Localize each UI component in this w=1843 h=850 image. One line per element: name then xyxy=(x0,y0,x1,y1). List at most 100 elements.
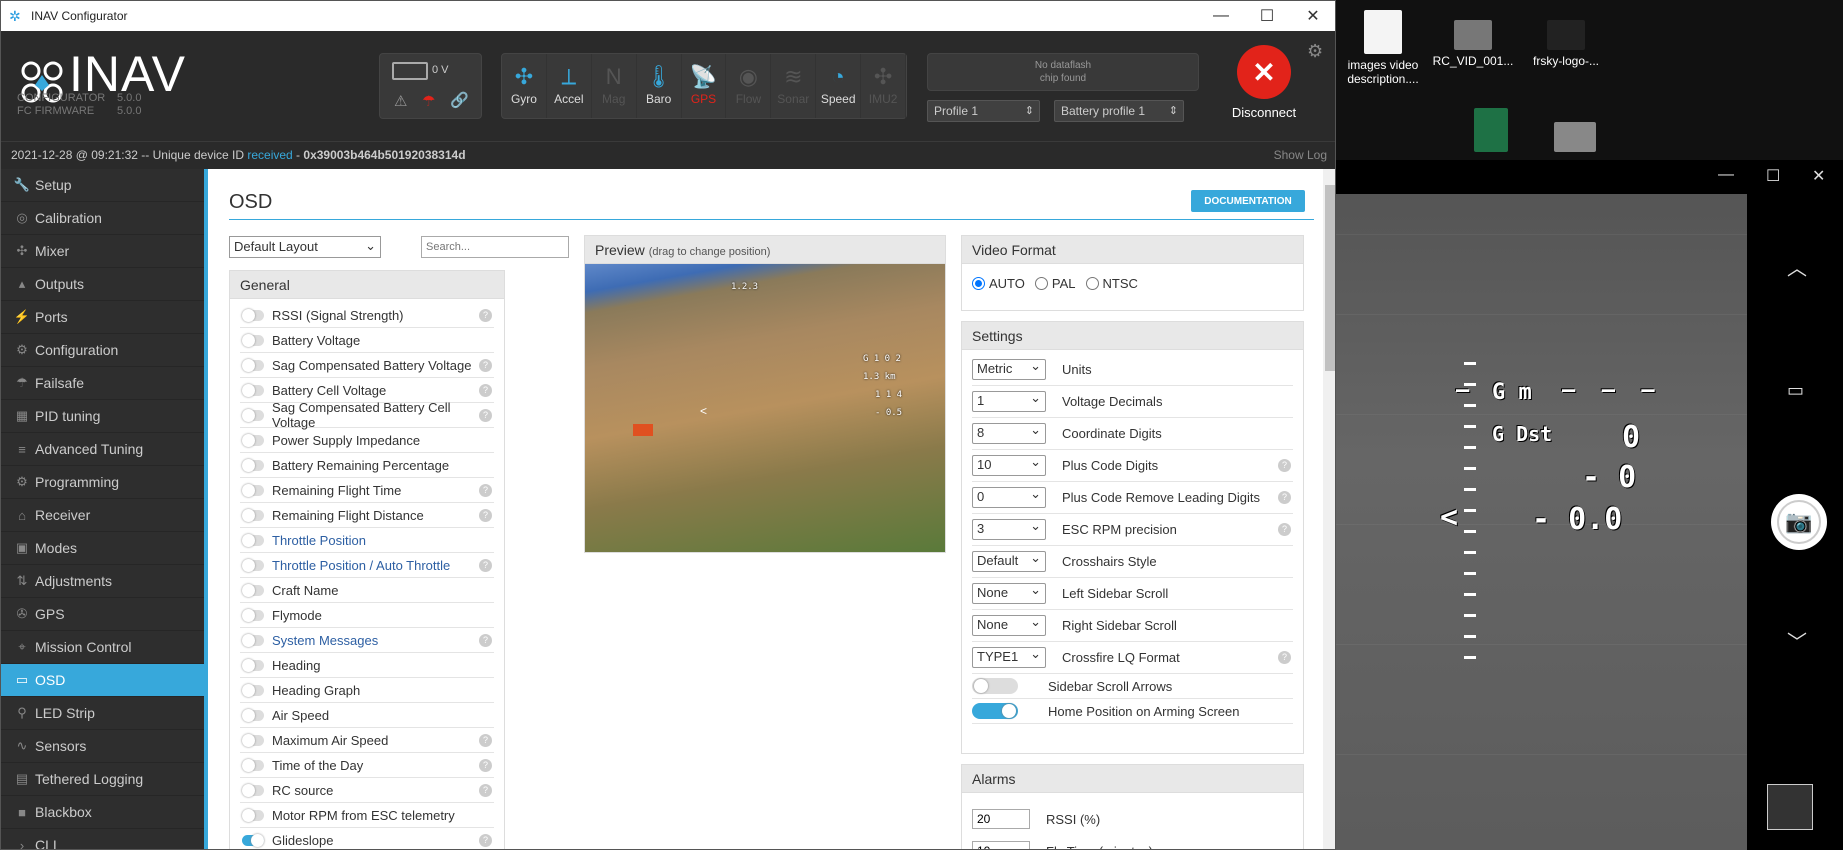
sidebar-item-tethered-logging[interactable]: ▤ Tethered Logging xyxy=(1,763,204,796)
osd-element-toggle[interactable] xyxy=(242,708,264,722)
shutter-button[interactable]: 📷 xyxy=(1771,494,1827,550)
help-icon[interactable]: ? xyxy=(479,783,492,797)
sidebar-item-osd[interactable]: ▭ OSD xyxy=(1,664,204,697)
minimize-icon[interactable]: — xyxy=(1718,166,1734,184)
setting-select[interactable]: Metric xyxy=(972,358,1046,380)
help-icon[interactable]: ? xyxy=(479,508,492,522)
osd-element-toggle[interactable] xyxy=(242,608,264,622)
help-icon[interactable]: ? xyxy=(479,383,492,397)
osd-element-toggle[interactable] xyxy=(242,783,264,797)
sidebar-item-blackbox[interactable]: ■ Blackbox xyxy=(1,796,204,829)
preview-osd-alt[interactable]: 1 1 4 xyxy=(875,390,902,400)
osd-element-toggle[interactable] xyxy=(242,383,264,397)
radio-button[interactable] xyxy=(1085,277,1099,290)
setting-select[interactable]: TYPE1 xyxy=(972,646,1046,668)
alarm-input[interactable] xyxy=(972,841,1030,849)
battery-profile-select[interactable]: Battery profile 1 xyxy=(1054,100,1184,122)
disconnect-button[interactable]: ✕ Disconnect xyxy=(1223,45,1305,120)
sidebar-item-mixer[interactable]: ✣ Mixer xyxy=(1,235,204,268)
excel-icon[interactable] xyxy=(1446,108,1536,156)
osd-element-toggle[interactable] xyxy=(242,358,264,372)
sidebar-item-cli[interactable]: › CLI xyxy=(1,829,204,849)
sidebar-item-gps[interactable]: ✇ GPS xyxy=(1,598,204,631)
osd-element-toggle[interactable] xyxy=(242,308,264,322)
setting-select[interactable]: 8 xyxy=(972,422,1046,444)
maximize-icon[interactable]: ☐ xyxy=(1766,166,1780,186)
sidebar-item-modes[interactable]: ▣ Modes xyxy=(1,532,204,565)
documentation-button[interactable]: DOCUMENTATION xyxy=(1191,190,1305,212)
sidebar-item-sensors[interactable]: ∿ Sensors xyxy=(1,730,204,763)
help-icon[interactable]: ? xyxy=(1278,523,1291,536)
setting-select[interactable]: None xyxy=(972,614,1046,636)
alarm-input[interactable] xyxy=(972,809,1030,829)
help-icon[interactable]: ? xyxy=(1278,651,1291,664)
content-scrollbar[interactable] xyxy=(1323,169,1335,849)
sidebar-item-pid-tuning[interactable]: ▦ PID tuning xyxy=(1,400,204,433)
profile-select[interactable]: Profile 1 xyxy=(927,100,1040,122)
sidebar-item-ports[interactable]: ⚡ Ports xyxy=(1,301,204,334)
help-icon[interactable]: ? xyxy=(479,483,492,497)
setting-select[interactable]: 0 xyxy=(972,486,1046,508)
sidebar-item-adjustments[interactable]: ⇅ Adjustments xyxy=(1,565,204,598)
video-format-auto[interactable]: AUTO xyxy=(972,276,1025,291)
setting-select[interactable]: 1 xyxy=(972,390,1046,412)
osd-element-toggle[interactable] xyxy=(242,658,264,672)
osd-element-toggle[interactable] xyxy=(242,433,264,447)
sidebar-item-calibration[interactable]: ◎ Calibration xyxy=(1,202,204,235)
sidebar-item-setup[interactable]: 🔧 Setup xyxy=(1,169,204,202)
radio-button[interactable] xyxy=(1034,277,1048,290)
video-format-ntsc[interactable]: NTSC xyxy=(1085,276,1138,291)
help-icon[interactable]: ? xyxy=(1278,459,1291,472)
osd-element-toggle[interactable] xyxy=(242,483,264,497)
osd-element-toggle[interactable] xyxy=(242,408,264,422)
help-icon[interactable]: ? xyxy=(479,358,492,372)
osd-element-toggle[interactable] xyxy=(242,683,264,697)
sidebar-item-receiver[interactable]: ⌂ Receiver xyxy=(1,499,204,532)
video-format-pal[interactable]: PAL xyxy=(1034,276,1076,291)
setting-select[interactable]: Default xyxy=(972,550,1046,572)
maximize-button[interactable]: ☐ xyxy=(1244,1,1290,31)
close-button[interactable]: ✕ xyxy=(1290,1,1335,31)
chevron-up-icon[interactable]: ︿ xyxy=(1787,252,1807,281)
sidebar-item-led-strip[interactable]: ⚲ LED Strip xyxy=(1,697,204,730)
help-icon[interactable]: ? xyxy=(479,833,492,847)
help-icon[interactable]: ? xyxy=(1278,491,1291,504)
desktop-icon-frsky[interactable]: frsky-logo-... xyxy=(1521,20,1611,68)
osd-element-toggle[interactable] xyxy=(242,458,264,472)
sidebar-item-outputs[interactable]: ▴ Outputs xyxy=(1,268,204,301)
osd-element-toggle[interactable] xyxy=(242,583,264,597)
setting-select[interactable]: 10 xyxy=(972,454,1046,476)
help-icon[interactable]: ? xyxy=(479,308,492,322)
layout-select[interactable]: Default Layout ⌄ xyxy=(229,236,381,258)
preview-osd-vario[interactable]: - 0.5 xyxy=(875,408,902,418)
osd-preview-image[interactable]: 1.2.3 G 1 0 2 1.3 km 1 1 4 - 0.5 < xyxy=(585,264,945,552)
video-mode-icon[interactable]: ▭ xyxy=(1787,380,1804,401)
preview-osd-gm[interactable]: G 1 0 2 xyxy=(863,354,901,364)
osd-element-toggle[interactable] xyxy=(242,733,264,747)
osd-element-toggle[interactable] xyxy=(242,808,264,822)
desktop-icon-images[interactable]: images video description.... xyxy=(1338,10,1428,86)
osd-element-toggle[interactable] xyxy=(242,533,264,547)
sidebar-item-advanced-tuning[interactable]: ≡ Advanced Tuning xyxy=(1,433,204,466)
osd-element-toggle[interactable] xyxy=(242,833,264,847)
settings-gear-icon[interactable]: ⚙ xyxy=(1307,41,1323,62)
setting-toggle[interactable] xyxy=(972,678,1018,694)
help-icon[interactable]: ? xyxy=(479,758,492,772)
minimize-button[interactable]: — xyxy=(1198,1,1244,31)
setting-select[interactable]: None xyxy=(972,582,1046,604)
radio-button[interactable] xyxy=(972,277,985,290)
osd-element-toggle[interactable] xyxy=(242,633,264,647)
osd-element-toggle[interactable] xyxy=(242,333,264,347)
preview-osd-dst[interactable]: 1.3 km xyxy=(863,372,896,382)
help-icon[interactable]: ? xyxy=(479,558,492,572)
close-icon[interactable]: ✕ xyxy=(1812,166,1825,186)
sidebar-item-failsafe[interactable]: ☂ Failsafe xyxy=(1,367,204,400)
gallery-thumbnail[interactable] xyxy=(1767,784,1813,830)
sidebar-item-configuration[interactable]: ⚙ Configuration xyxy=(1,334,204,367)
show-log-link[interactable]: Show Log xyxy=(1274,148,1327,162)
help-icon[interactable]: ? xyxy=(479,408,492,422)
help-icon[interactable]: ? xyxy=(479,633,492,647)
osd-element-toggle[interactable] xyxy=(242,508,264,522)
setting-select[interactable]: 3 xyxy=(972,518,1046,540)
preview-osd-top[interactable]: 1.2.3 xyxy=(731,282,758,292)
